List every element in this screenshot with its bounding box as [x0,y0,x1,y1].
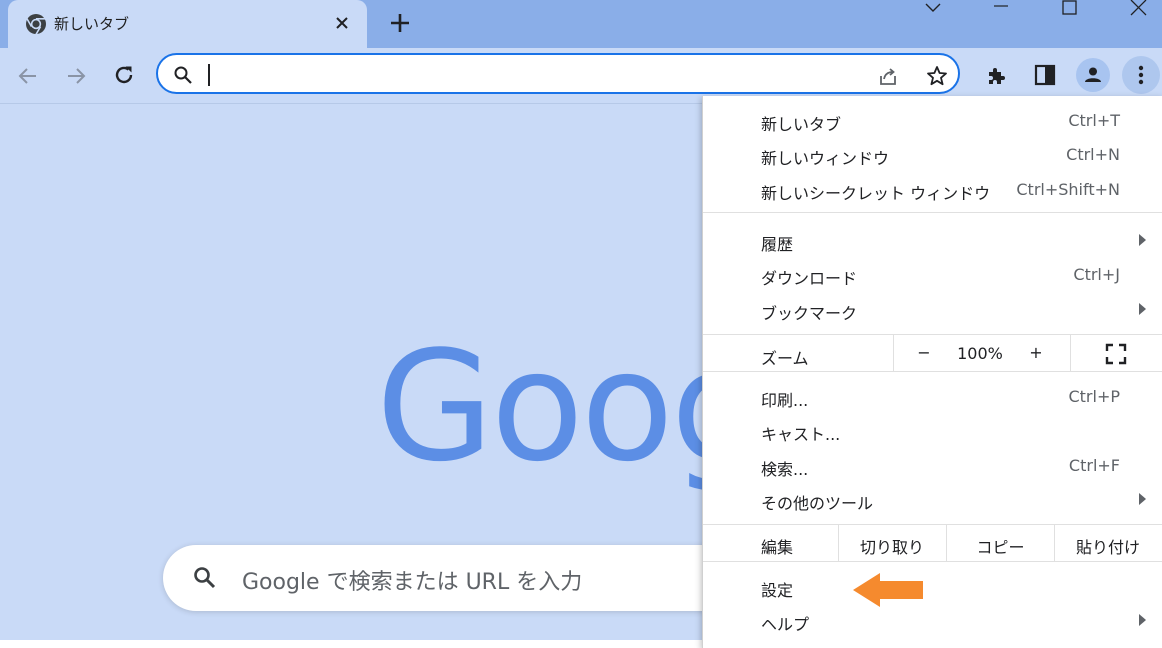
star-icon[interactable] [925,64,949,88]
submenu-arrow-icon [1139,234,1146,246]
tab-title: 新しいタブ [54,15,130,33]
shortcut-new-tab: Ctrl+T [1068,111,1120,130]
menu-divider [703,561,1162,562]
shortcut-new-window: Ctrl+N [1066,145,1120,164]
window-close-icon[interactable] [1129,0,1149,16]
chrome-menu: 新しいタブ Ctrl+T 新しいウィンドウ Ctrl+N 新しいシークレット ウ… [702,96,1162,648]
zoom-level: 100% [957,344,1003,363]
submenu-arrow-icon [1139,614,1146,626]
search-placeholder: Google で検索または URL を入力 [242,570,583,595]
tab-search-icon[interactable] [924,2,942,14]
back-arrow-icon[interactable] [16,64,40,88]
menu-divider [703,524,1162,525]
menu-item-print[interactable]: 印刷... [761,387,808,411]
menu-item-edit: 編集 [761,538,794,557]
plus-icon[interactable] [389,12,411,34]
side-panel-icon[interactable] [1033,63,1057,87]
menu-item-new-incognito[interactable]: 新しいシークレット ウィンドウ [761,180,990,204]
shortcut-downloads: Ctrl+J [1073,265,1120,284]
menu-item-settings[interactable]: 設定 [761,577,793,601]
search-icon [174,66,192,84]
shortcut-find: Ctrl+F [1068,456,1120,475]
zoom-out-button[interactable]: − [911,343,937,362]
paste-button[interactable]: 貼り付け [1055,534,1161,558]
forward-arrow-icon[interactable] [64,64,88,88]
zoom-divider [1070,335,1071,371]
reload-icon[interactable] [112,63,136,87]
text-cursor [208,64,210,86]
submenu-arrow-icon [1139,303,1146,315]
menu-divider [703,212,1162,213]
zoom-in-button[interactable]: + [1023,343,1049,362]
puzzle-icon[interactable] [985,64,1009,88]
menu-divider [703,334,1162,335]
menu-item-zoom: ズーム [761,349,809,368]
kebab-menu-icon [1138,65,1144,85]
submenu-arrow-icon [1139,493,1146,505]
search-icon [194,567,216,589]
fullscreen-icon[interactable] [1105,343,1127,365]
address-bar[interactable] [156,53,960,94]
menu-divider [703,371,1162,372]
zoom-divider [893,335,894,371]
cut-button[interactable]: 切り取り [839,534,945,558]
close-icon[interactable] [334,15,350,31]
menu-item-history[interactable]: 履歴 [761,231,793,255]
pointer-arrow-icon [853,573,923,607]
menu-item-cast[interactable]: キャスト... [761,421,840,445]
menu-item-new-tab[interactable]: 新しいタブ [761,111,841,135]
menu-item-help[interactable]: ヘルプ [761,611,809,635]
maximize-icon[interactable] [1061,0,1079,16]
menu-item-downloads[interactable]: ダウンロード [761,265,857,289]
shortcut-print: Ctrl+P [1068,387,1120,406]
share-icon[interactable] [876,64,900,88]
minimize-icon[interactable] [992,0,1010,12]
chrome-icon [26,14,46,35]
menu-item-new-window[interactable]: 新しいウィンドウ [761,145,889,169]
menu-item-find[interactable]: 検索... [761,456,808,480]
menu-item-bookmarks[interactable]: ブックマーク [761,300,857,324]
menu-item-more-tools[interactable]: その他のツール [761,490,873,514]
shortcut-new-incognito: Ctrl+Shift+N [1016,180,1120,199]
profile-icon [1085,67,1101,82]
copy-button[interactable]: コピー [947,534,1054,558]
